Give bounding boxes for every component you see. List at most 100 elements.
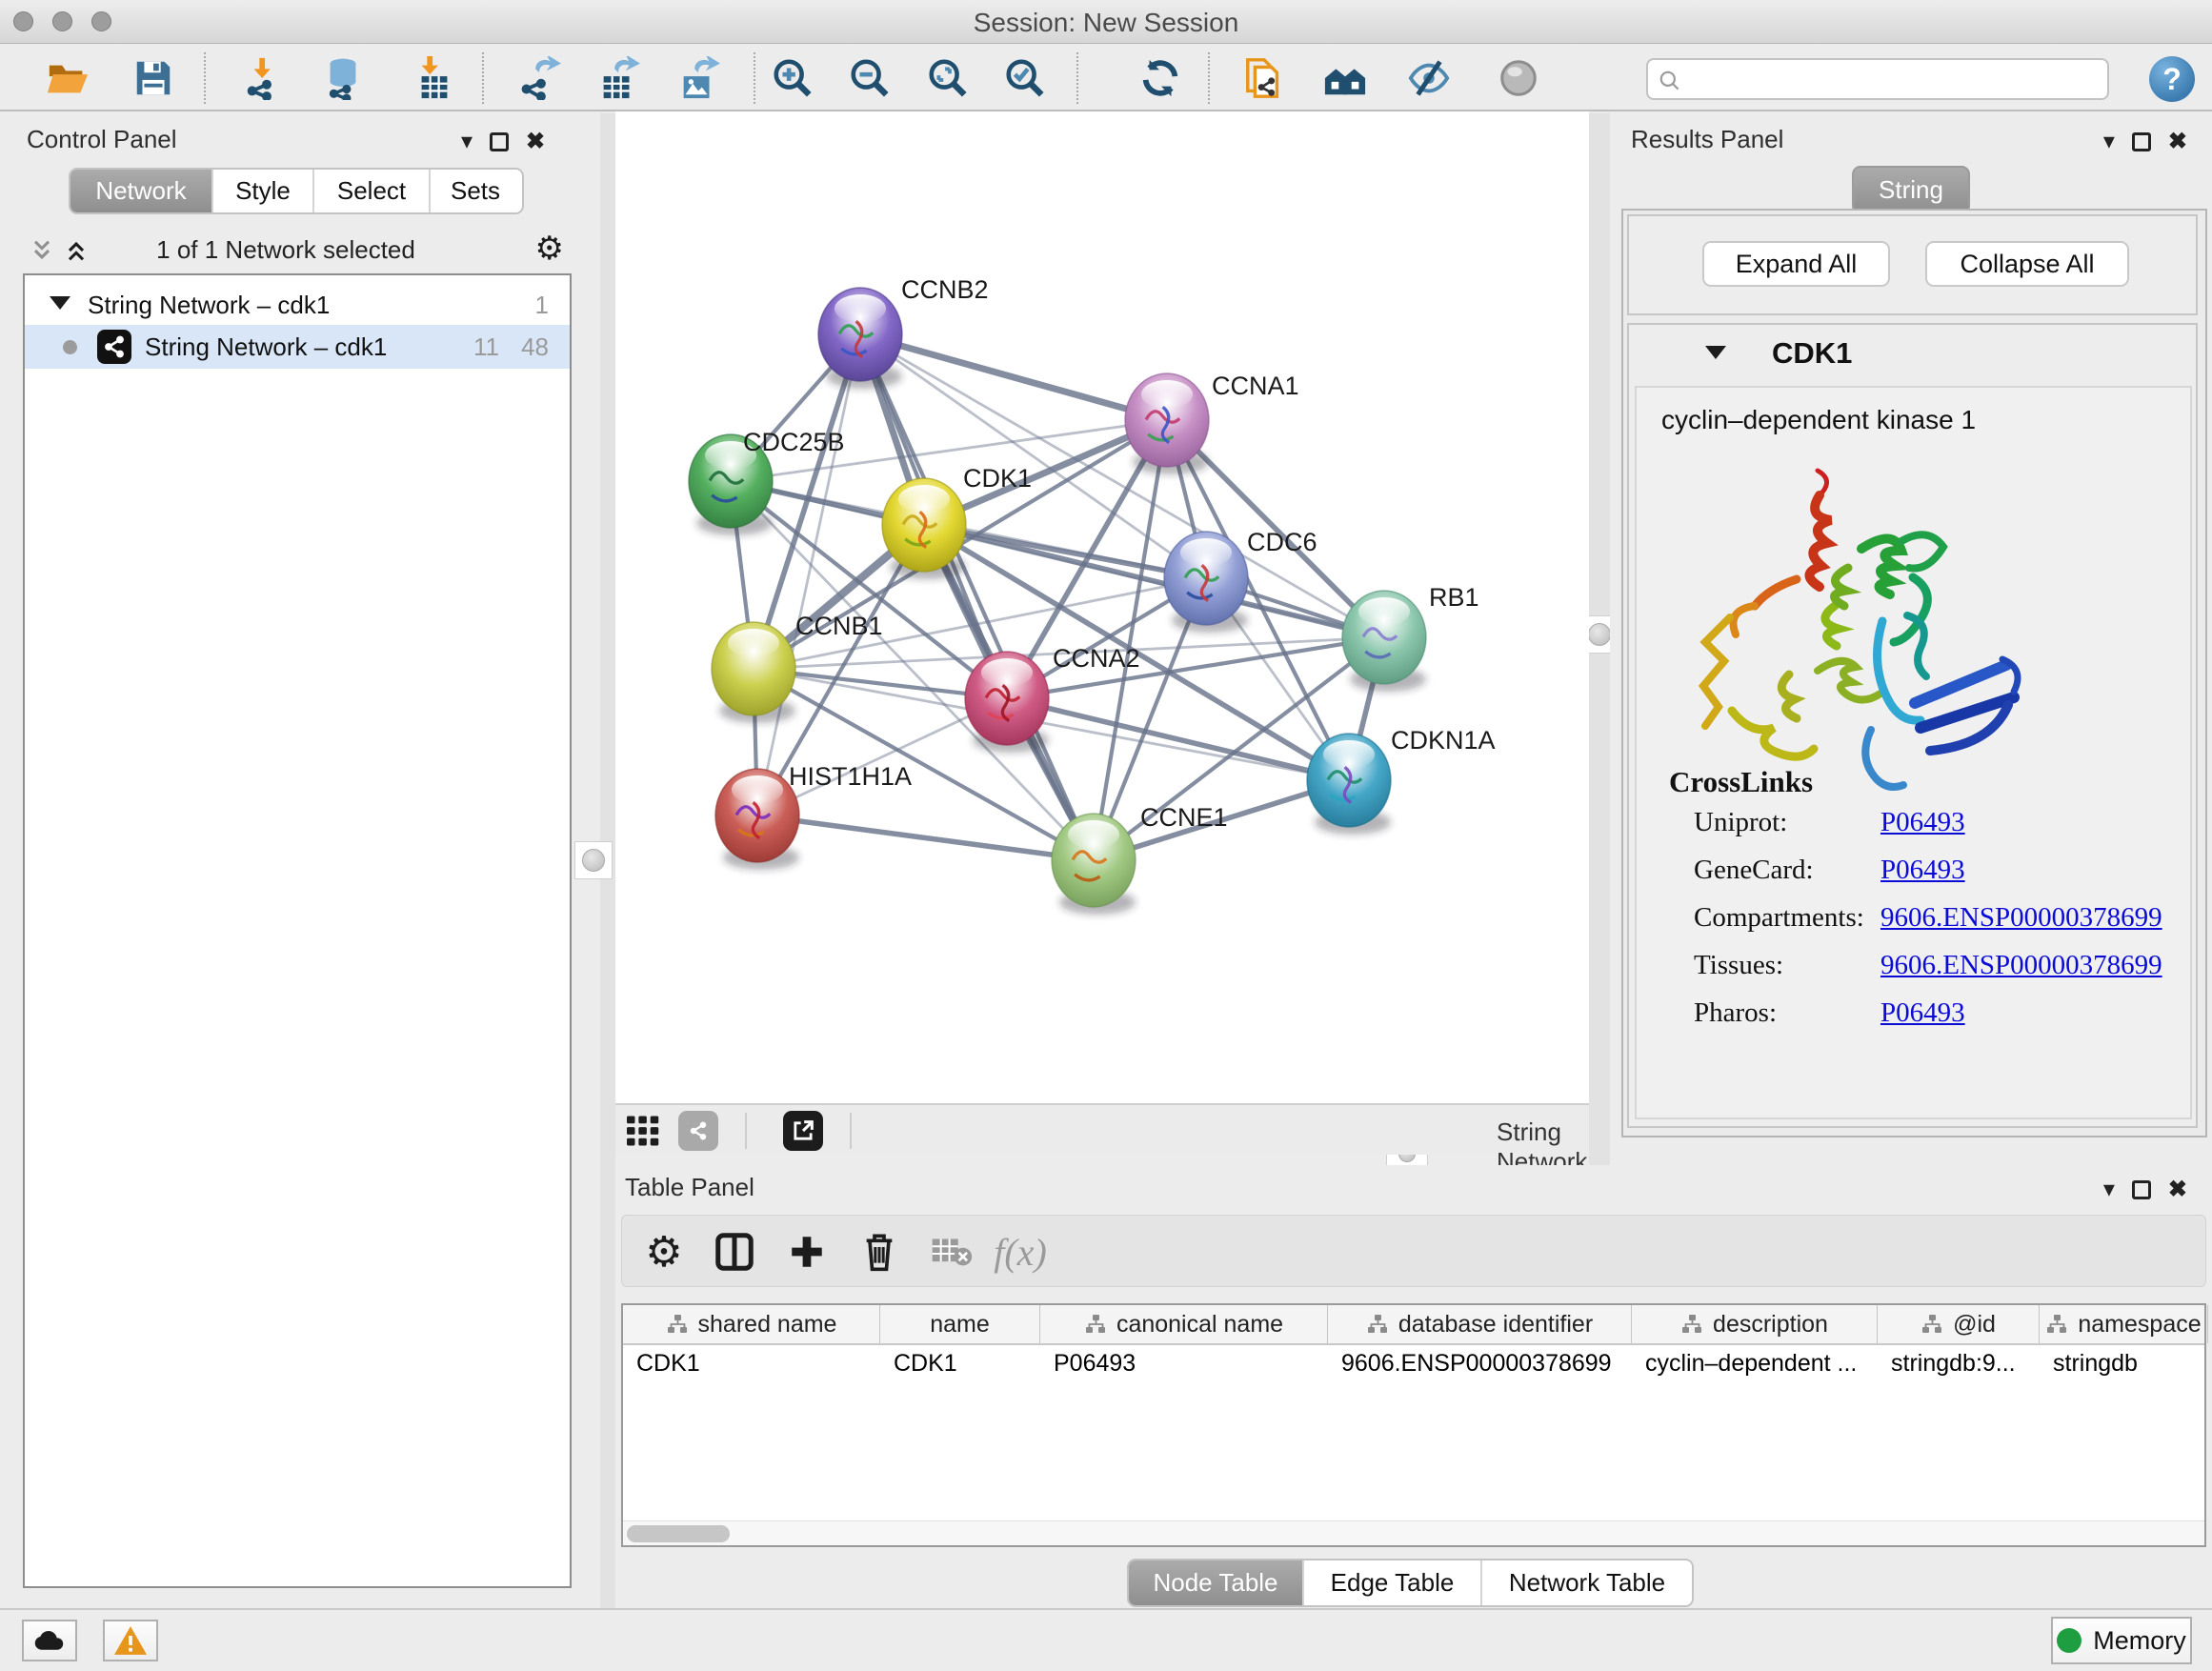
tab-edge-table[interactable]: Edge Table	[1302, 1560, 1480, 1605]
collapse-all-button[interactable]: Collapse All	[1925, 241, 2129, 287]
export-network-button[interactable]	[515, 54, 563, 102]
tab-style[interactable]: Style	[211, 170, 312, 212]
birds-eye-view-icon[interactable]	[623, 1111, 663, 1151]
show-columns-icon[interactable]	[710, 1227, 759, 1277]
panel-close-icon[interactable]: ✖	[2168, 131, 2187, 153]
zoom-fit-button[interactable]	[924, 54, 972, 102]
network-node-CDC6[interactable]	[1164, 532, 1248, 633]
tab-select[interactable]: Select	[312, 170, 429, 212]
import-network-file-button[interactable]	[243, 54, 291, 102]
network-node-HIST1H1A[interactable]	[715, 769, 799, 870]
column-header-database-identifier[interactable]: database identifier	[1328, 1305, 1632, 1343]
crosslink-link[interactable]: 9606.ENSP00000378699	[1880, 950, 2162, 981]
crosslink-label: Tissues:	[1694, 950, 1783, 980]
panel-float-icon[interactable]	[490, 132, 509, 151]
crosslink-link[interactable]: 9606.ENSP00000378699	[1880, 902, 2162, 934]
detach-view-icon[interactable]	[783, 1111, 823, 1151]
export-image-button[interactable]	[674, 54, 722, 102]
column-tree-icon	[666, 1313, 689, 1336]
column-header-name[interactable]: name	[880, 1305, 1040, 1343]
network-node-RB1[interactable]	[1342, 591, 1426, 692]
network-state-dot	[63, 340, 77, 354]
help-button[interactable]: ?	[2149, 56, 2195, 102]
import-network-icon	[245, 56, 289, 100]
panel-menu-icon[interactable]: ▾	[2103, 1178, 2115, 1201]
cdk1-section-header[interactable]: CDK1	[1629, 325, 2196, 384]
network-edge-CCNB2-CCNA1[interactable]	[860, 334, 1167, 420]
panel-close-icon[interactable]: ✖	[526, 131, 545, 153]
column-header-canonical-name[interactable]: canonical name	[1040, 1305, 1328, 1343]
network-node-CCNA2[interactable]	[965, 652, 1049, 753]
toolbar-separator	[482, 52, 484, 104]
table-toolbar: ⚙ f(x)	[621, 1215, 2206, 1287]
crosslink-link[interactable]: P06493	[1880, 997, 1965, 1029]
table-cell: CDK1	[880, 1345, 1040, 1383]
open-session-button[interactable]	[44, 54, 91, 102]
help-glyph: ?	[2162, 62, 2182, 97]
network-edge-HIST1H1A-CCNE1[interactable]	[757, 815, 1094, 860]
results-panel-title: Results Panel	[1631, 125, 1783, 154]
network-collection-row[interactable]: String Network – cdk1 1	[25, 283, 570, 327]
node-label-CDC6: CDC6	[1247, 528, 1317, 556]
column-header-description[interactable]: description	[1632, 1305, 1878, 1343]
panel-close-icon[interactable]: ✖	[2168, 1178, 2187, 1201]
network-edge-CCNA2-CDKN1A[interactable]	[1007, 698, 1349, 780]
network-node-CDK1[interactable]	[882, 478, 966, 579]
table-options-gear-icon[interactable]: ⚙	[639, 1227, 689, 1277]
node-label-HIST1H1A: HIST1H1A	[789, 762, 912, 791]
memory-button[interactable]: Memory	[2051, 1617, 2192, 1664]
string-view-icon[interactable]	[678, 1111, 718, 1151]
scrollbar-thumb[interactable]	[627, 1525, 730, 1542]
tab-sets[interactable]: Sets	[429, 170, 520, 212]
panel-float-icon[interactable]	[2132, 1180, 2151, 1199]
search-input[interactable]	[1690, 62, 2100, 96]
column-header-shared-name[interactable]: shared name	[623, 1305, 880, 1343]
tab-network[interactable]: Network	[70, 170, 211, 212]
network-node-CCNB1[interactable]	[712, 622, 795, 723]
network-canvas[interactable]: CCNB2CCNA1CDC25BCDK1CDC6RB1CCNB1CCNA2CDK…	[615, 111, 1589, 1103]
warnings-button[interactable]	[103, 1620, 158, 1661]
crosslink-row: Tissues: 9606.ENSP00000378699	[1694, 950, 2189, 981]
panel-menu-icon[interactable]: ▾	[2103, 131, 2115, 153]
show-all-networks-button[interactable]	[1321, 54, 1369, 102]
table-row[interactable]: CDK1CDK1P064939606.ENSP00000378699cyclin…	[623, 1345, 2204, 1383]
save-session-button[interactable]	[130, 54, 177, 102]
column-header--id[interactable]: @id	[1878, 1305, 2040, 1343]
zoom-in-button[interactable]	[769, 54, 816, 102]
network-node-CDKN1A[interactable]	[1307, 734, 1391, 835]
section-collapse-triangle-icon[interactable]	[1705, 346, 1726, 359]
clone-network-button[interactable]	[1240, 54, 1288, 102]
column-header-namespace[interactable]: namespace	[2040, 1305, 2208, 1343]
collapse-triangle-icon[interactable]	[50, 296, 70, 310]
show-hidden-button[interactable]	[1495, 54, 1542, 102]
panel-float-icon[interactable]	[2132, 132, 2151, 151]
zoom-selected-button[interactable]	[1001, 54, 1049, 102]
delete-column-icon[interactable]	[855, 1227, 904, 1277]
expand-all-button[interactable]: Expand All	[1702, 241, 1890, 287]
results-tab-string[interactable]: String	[1852, 166, 1970, 214]
network-graph: CCNB2CCNA1CDC25BCDK1CDC6RB1CCNB1CCNA2CDK…	[615, 111, 1589, 1103]
import-table-file-button[interactable]	[411, 54, 458, 102]
network-edge-CCNB2-HIST1H1A[interactable]	[757, 334, 860, 815]
panel-menu-icon[interactable]: ▾	[461, 131, 473, 153]
delete-table-icon[interactable]	[927, 1227, 976, 1277]
function-builder-icon[interactable]: f(x)	[995, 1227, 1045, 1277]
hide-selected-button[interactable]	[1405, 54, 1453, 102]
import-network-database-button[interactable]	[319, 54, 367, 102]
crosslink-link[interactable]: P06493	[1880, 855, 1965, 886]
tab-network-table[interactable]: Network Table	[1480, 1560, 1692, 1605]
export-table-button[interactable]	[594, 54, 642, 102]
network-options-gear-icon[interactable]: ⚙	[535, 230, 564, 268]
network-row[interactable]: String Network – cdk1 11 48	[25, 325, 570, 369]
left-splitter-handle[interactable]	[574, 841, 613, 879]
network-node-CCNB2[interactable]	[818, 288, 902, 389]
network-node-CCNE1[interactable]	[1052, 814, 1136, 915]
crosslink-link[interactable]: P06493	[1880, 807, 1965, 838]
network-node-CCNA1[interactable]	[1125, 373, 1209, 474]
tab-node-table[interactable]: Node Table	[1129, 1560, 1302, 1605]
zoom-out-button[interactable]	[846, 54, 894, 102]
apply-layout-button[interactable]	[1136, 54, 1184, 102]
add-column-icon[interactable]	[782, 1227, 832, 1277]
table-horizontal-scrollbar[interactable]	[623, 1520, 2204, 1545]
cloud-button[interactable]	[22, 1620, 77, 1661]
